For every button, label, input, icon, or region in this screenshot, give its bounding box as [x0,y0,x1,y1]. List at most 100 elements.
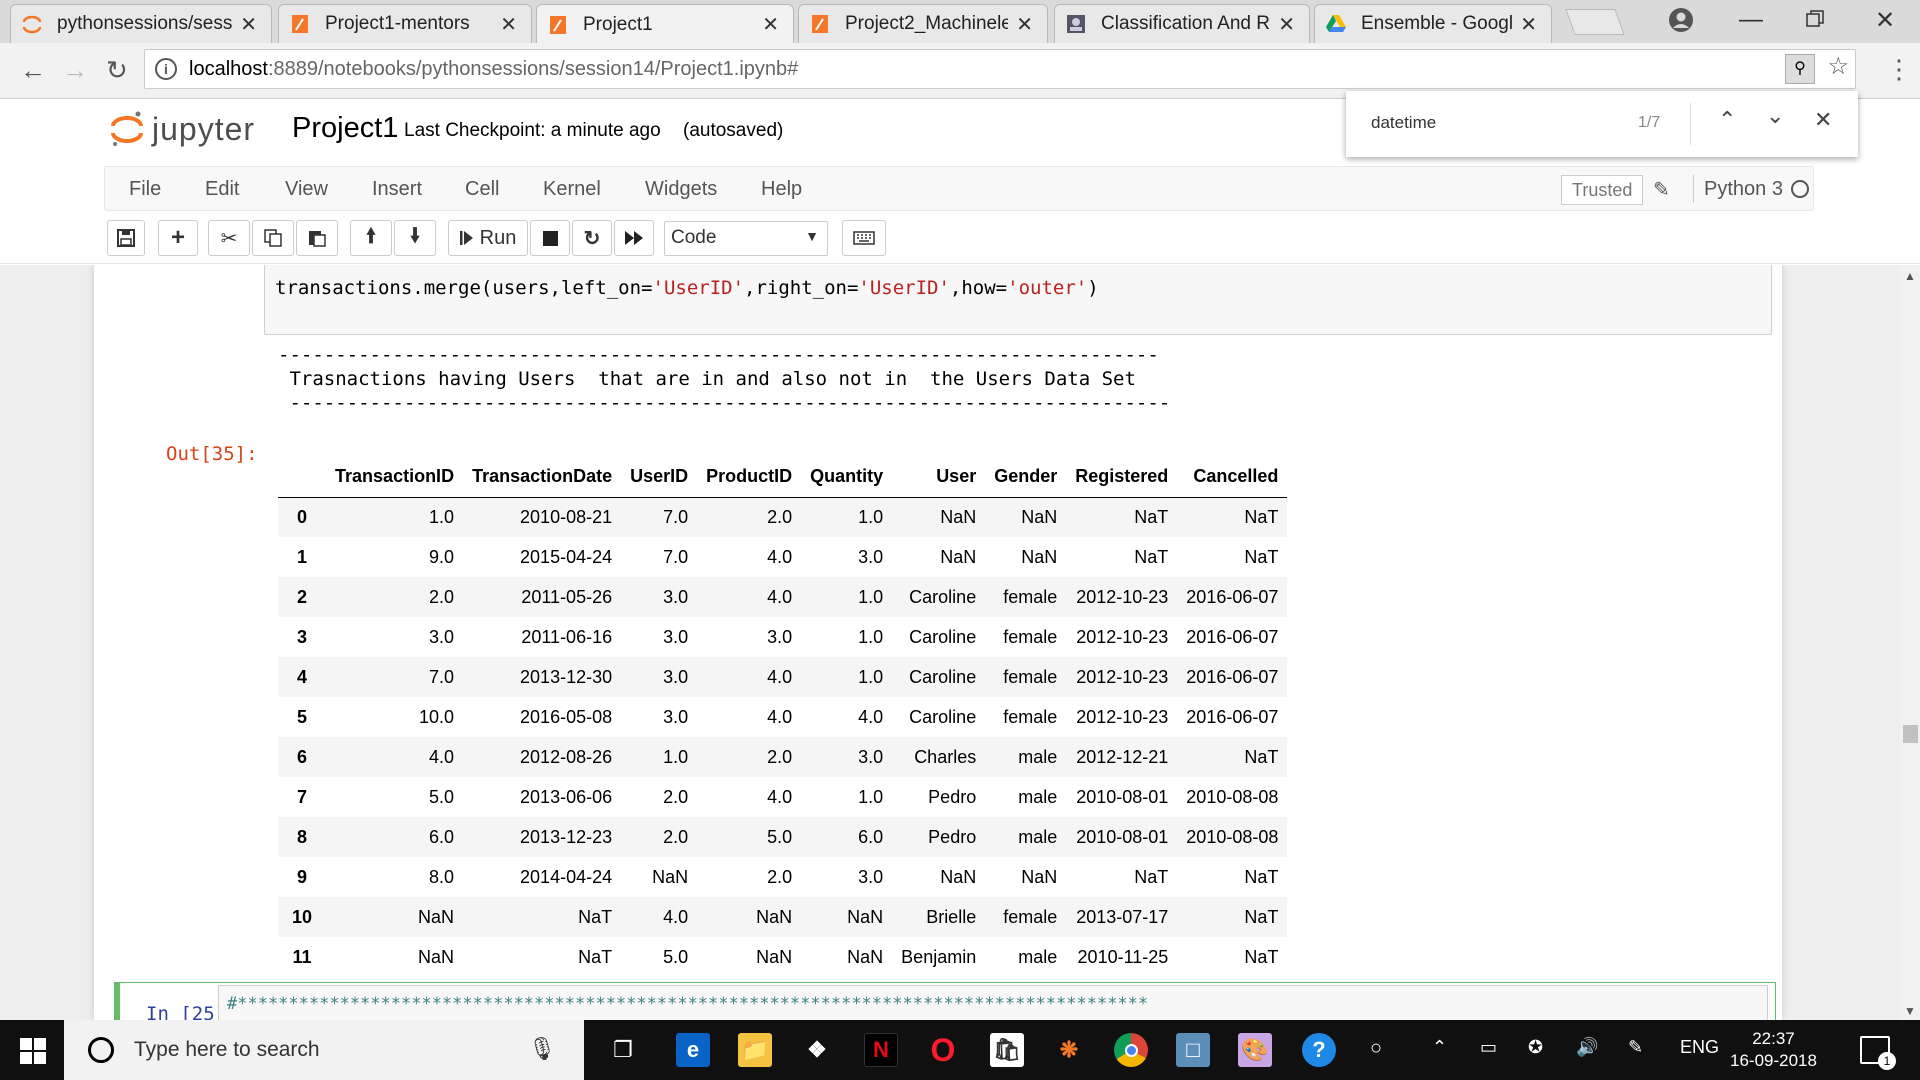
move-up-button[interactable]: 🠙 [350,220,392,256]
notebook-title[interactable]: Project1 [292,112,398,145]
forward-arrow-icon[interactable]: → [62,55,88,86]
menu-view[interactable]: View [285,178,328,201]
reload-icon[interactable]: ↻ [106,55,128,86]
new-tab-button[interactable] [1565,9,1625,35]
paint-icon[interactable]: 🎨 [1238,1033,1272,1067]
close-icon[interactable]: ✕ [762,12,779,37]
fast-forward-icon [625,231,643,245]
jupyter-logo[interactable]: jupyter [110,110,255,148]
table-cell: 1.0 [663,746,689,767]
minimize-icon[interactable]: — [1726,6,1776,34]
wifi-icon[interactable]: ✪ [1528,1037,1543,1058]
url-field[interactable]: i localhost:8889/notebooks/pythonsession… [144,49,1856,89]
notebook-scroll-area[interactable]: transactions.merge(users,left_on='UserID… [0,265,1900,1020]
cut-button[interactable]: ✂ [208,220,250,256]
jupyter-taskbar-icon[interactable]: ❋ [1052,1033,1086,1067]
window-close-icon[interactable]: ✕ [1860,6,1910,35]
battery-icon[interactable]: ▭ [1480,1037,1497,1058]
profile-icon[interactable] [1668,7,1694,33]
find-close-icon[interactable]: ✕ [1814,107,1832,133]
edge-icon[interactable]: e [676,1033,710,1067]
find-next-icon[interactable]: ⌄ [1766,103,1784,129]
browser-tab[interactable]: Project1-mentors ✕ [278,4,532,43]
table-cell: 2016-06-07 [1186,706,1279,727]
browser-tab-active[interactable]: Project1 ✕ [536,4,794,44]
copy-button[interactable] [252,220,294,256]
file-explorer-icon[interactable]: 📁 [738,1033,772,1067]
pencil-icon[interactable]: ✎ [1653,177,1670,202]
dropbox-icon[interactable]: ❖ [800,1033,834,1067]
clock[interactable]: 22:37 16-09-2018 [1730,1028,1817,1072]
table-row: 11 NaN NaT 5.0 NaN NaN Benjamin male 2010-11-25 N… [278,937,1287,977]
close-icon[interactable]: ✕ [1278,12,1295,37]
help-icon[interactable]: ? [1302,1033,1336,1067]
browser-tab[interactable]: Classification And Re ✕ [1054,4,1310,43]
browser-menu-icon[interactable]: ⋮ [1886,54,1912,85]
find-previous-icon[interactable]: ⌃ [1718,107,1736,133]
restart-button[interactable]: ↻ [572,220,612,256]
table-cell: NaN [418,906,455,927]
scroll-up-icon[interactable]: ▲ [1904,269,1916,283]
people-icon[interactable]: ○ [1370,1037,1382,1060]
find-page-icon[interactable]: ⚲ [1785,54,1815,84]
paste-button[interactable] [296,220,338,256]
menu-edit[interactable]: Edit [205,178,239,201]
taskbar-search[interactable]: Type here to search 🎙 [64,1020,584,1080]
cell-type-select[interactable]: Code ▼ [664,221,828,256]
command-palette-button[interactable] [842,220,886,256]
table-row: 2 2.0 2011-05-26 3.0 4.0 1.0 Caroline female 201… [278,577,1288,617]
volume-icon[interactable]: 🔊 [1576,1037,1598,1058]
browser-tab[interactable]: pythonsessions/sessi ✕ [10,4,272,43]
table-cell: NaT [1244,906,1279,927]
next-cell-code[interactable]: #***************************************… [218,985,1768,1020]
menu-insert[interactable]: Insert [372,178,422,201]
browser-tab[interactable]: Project2_Machinelear ✕ [798,4,1048,43]
language-indicator[interactable]: ENG [1680,1037,1719,1058]
menu-kernel[interactable]: Kernel [543,178,601,201]
show-hidden-icon[interactable]: ⌃ [1432,1037,1447,1058]
insert-cell-button[interactable]: + [158,220,198,256]
run-button[interactable]: Run [448,220,528,256]
trusted-badge[interactable]: Trusted [1561,175,1644,205]
table-cell: male [1018,946,1058,967]
back-arrow-icon[interactable]: ← [20,55,46,86]
table-cell: 4.0 [767,586,793,607]
column-header: ProductID [706,466,793,487]
store-icon[interactable]: 🛍 [990,1033,1024,1067]
app-icon[interactable]: □ [1176,1033,1210,1067]
close-icon[interactable]: ✕ [1520,12,1537,37]
restore-icon[interactable] [1790,7,1840,35]
task-view-icon[interactable]: ❐ [606,1033,640,1067]
interrupt-button[interactable] [530,220,570,256]
find-input[interactable]: datetime [1371,113,1436,133]
close-icon[interactable]: ✕ [240,12,257,37]
close-icon[interactable]: ✕ [500,12,517,37]
menu-file[interactable]: File [129,178,161,201]
restart-run-all-button[interactable] [614,220,654,256]
menu-cell[interactable]: Cell [465,178,499,201]
bookmark-star-icon[interactable]: ☆ [1827,52,1849,81]
table-cell: NaT [578,946,613,967]
opera-icon[interactable]: O [926,1032,960,1068]
vertical-scrollbar[interactable]: ▲ ▼ [1900,265,1920,1020]
menu-widgets[interactable]: Widgets [645,178,717,201]
move-down-button[interactable]: 🠛 [394,220,436,256]
save-button[interactable] [107,220,145,256]
arrow-up-icon: 🠙 [365,225,377,247]
save-icon [117,229,135,247]
scroll-down-icon[interactable]: ▼ [1904,1004,1916,1018]
browser-tab[interactable]: Ensemble - Google D ✕ [1314,4,1552,43]
chrome-icon[interactable] [1114,1033,1148,1067]
pen-icon[interactable]: ✎ [1628,1037,1643,1058]
row-index: 2 [297,586,308,607]
menu-help[interactable]: Help [761,178,802,201]
scroll-thumb[interactable] [1903,725,1918,743]
code-cell-input[interactable]: transactions.merge(users,left_on='UserID… [264,265,1772,335]
info-icon[interactable]: i [155,58,177,80]
microphone-icon[interactable]: 🎙 [528,1036,556,1062]
notifications-icon[interactable]: 1 [1860,1036,1896,1070]
netflix-icon[interactable]: N [864,1033,898,1067]
close-icon[interactable]: ✕ [1016,12,1033,37]
windows-start-icon[interactable] [20,1038,46,1064]
table-cell: NaT [1244,946,1279,967]
